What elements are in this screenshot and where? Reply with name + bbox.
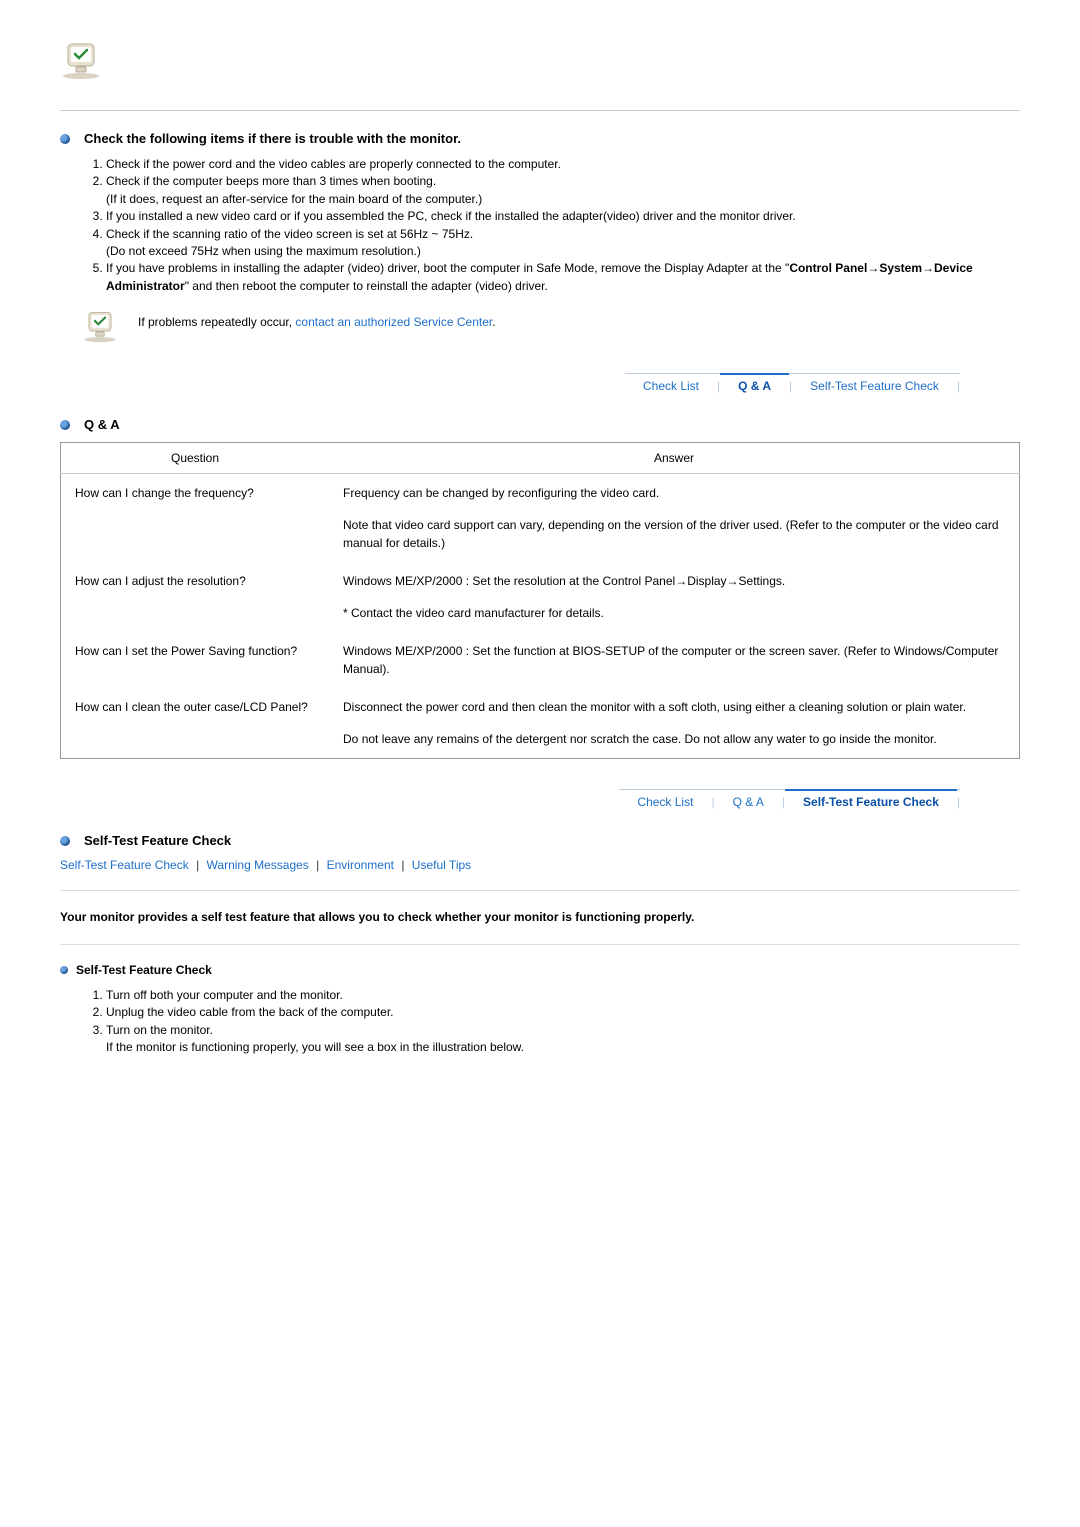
divider [60,110,1020,111]
crumb-environment[interactable]: Environment [327,858,394,872]
answer-cell: Disconnect the power cord and then clean… [329,688,1019,759]
answer-block: Windows ME/XP/2000 : Set the resolution … [343,572,1005,590]
tab-checklist[interactable]: Check List [625,373,717,397]
table-row: How can I set the Power Saving function?… [61,632,1020,688]
tab-checklist[interactable]: Check List [619,789,711,813]
section-selftest-title: Self-Test Feature Check [84,833,231,848]
bullet-icon [60,134,70,144]
section-selftest-header: Self-Test Feature Check [60,833,1020,848]
selftest-sub-title: Self-Test Feature Check [76,963,212,977]
answer-block: Note that video card support can vary, d… [343,516,1005,552]
bullet-icon [60,836,70,846]
answer-block: Frequency can be changed by reconfigurin… [343,484,1005,502]
list-item-text: Turn off both your computer and the moni… [106,988,343,1002]
crumb-warning[interactable]: Warning Messages [207,858,309,872]
check-items-list: Check if the power cord and the video ca… [60,156,1020,295]
crumb-selftest[interactable]: Self-Test Feature Check [60,858,189,872]
list-item-text: If you installed a new video card or if … [106,209,796,223]
col-question: Question [61,443,330,474]
question-cell: How can I change the frequency? [61,474,330,563]
list-item-text: Check if the computer beeps more than 3 … [106,174,482,205]
qa-table: Question Answer How can I change the fre… [60,442,1020,759]
section-check-items-title: Check the following items if there is tr… [84,131,461,146]
tab-bar-selftest: Check List | Q & A | Self-Test Feature C… [60,789,960,813]
question-cell: How can I set the Power Saving function? [61,632,330,688]
note-text: If problems repeatedly occur, contact an… [138,309,496,329]
question-cell: How can I adjust the resolution? [61,562,330,632]
bullet-icon [60,966,68,974]
bullet-icon [60,420,70,430]
section-check-items-header: Check the following items if there is tr… [60,131,1020,146]
tab-qa[interactable]: Q & A [715,789,782,813]
table-header-row: Question Answer [61,443,1020,474]
note-row: If problems repeatedly occur, contact an… [60,309,1020,343]
table-row: How can I change the frequency? Frequenc… [61,474,1020,563]
selftest-intro: Your monitor provides a self test featur… [60,909,1020,926]
crumb-tips[interactable]: Useful Tips [412,858,471,872]
selftest-steps-list: Turn off both your computer and the moni… [60,987,1020,1057]
answer-cell: Frequency can be changed by reconfigurin… [329,474,1019,563]
divider [60,890,1020,891]
section-qa-header: Q & A [60,417,1020,432]
list-item: Check if the scanning ratio of the video… [106,226,1020,261]
table-row: How can I clean the outer case/LCD Panel… [61,688,1020,759]
tab-selftest[interactable]: Self-Test Feature Check [792,373,957,397]
tab-selftest[interactable]: Self-Test Feature Check [785,789,957,813]
list-item-text: Turn on the monitor. If the monitor is f… [106,1023,524,1054]
crumb-separator: | [316,858,319,872]
list-item-text: Unplug the video cable from the back of … [106,1005,394,1019]
answer-cell: Windows ME/XP/2000 : Set the resolution … [329,562,1019,632]
list-item-text: Check if the scanning ratio of the video… [106,227,473,258]
crumb-separator: | [196,858,199,872]
crumb-separator: | [401,858,404,872]
question-cell: How can I clean the outer case/LCD Panel… [61,688,330,759]
answer-cell: Windows ME/XP/2000 : Set the function at… [329,632,1019,688]
list-item: Check if the computer beeps more than 3 … [106,173,1020,208]
table-row: How can I adjust the resolution? Windows… [61,562,1020,632]
list-item: Turn on the monitor. If the monitor is f… [106,1022,1020,1057]
list-item: Check if the power cord and the video ca… [106,156,1020,173]
answer-block: Windows ME/XP/2000 : Set the function at… [343,642,1005,678]
note-suffix: . [492,315,495,329]
section-qa-title: Q & A [84,417,120,432]
contact-service-link[interactable]: contact an authorized Service Center [295,315,492,329]
monitor-check-icon [60,40,1020,80]
list-item: If you have problems in installing the a… [106,260,1020,295]
monitor-check-icon [82,309,118,343]
answer-block: Disconnect the power cord and then clean… [343,698,1005,716]
col-answer: Answer [329,443,1019,474]
list-item: Turn off both your computer and the moni… [106,987,1020,1004]
tab-separator: | [957,795,960,809]
list-item: If you installed a new video card or if … [106,208,1020,225]
list-item: Unplug the video cable from the back of … [106,1004,1020,1021]
selftest-sub-header: Self-Test Feature Check [60,963,1020,977]
tab-separator: | [957,379,960,393]
tab-qa[interactable]: Q & A [720,373,789,397]
selftest-crumbs: Self-Test Feature Check | Warning Messag… [60,858,1020,872]
tab-bar-qa: Check List | Q & A | Self-Test Feature C… [60,373,960,397]
answer-block: Do not leave any remains of the detergen… [343,730,1005,748]
divider [60,944,1020,945]
answer-block: * Contact the video card manufacturer fo… [343,604,1005,622]
list-item-text: Check if the power cord and the video ca… [106,157,561,171]
note-prefix: If problems repeatedly occur, [138,315,295,329]
